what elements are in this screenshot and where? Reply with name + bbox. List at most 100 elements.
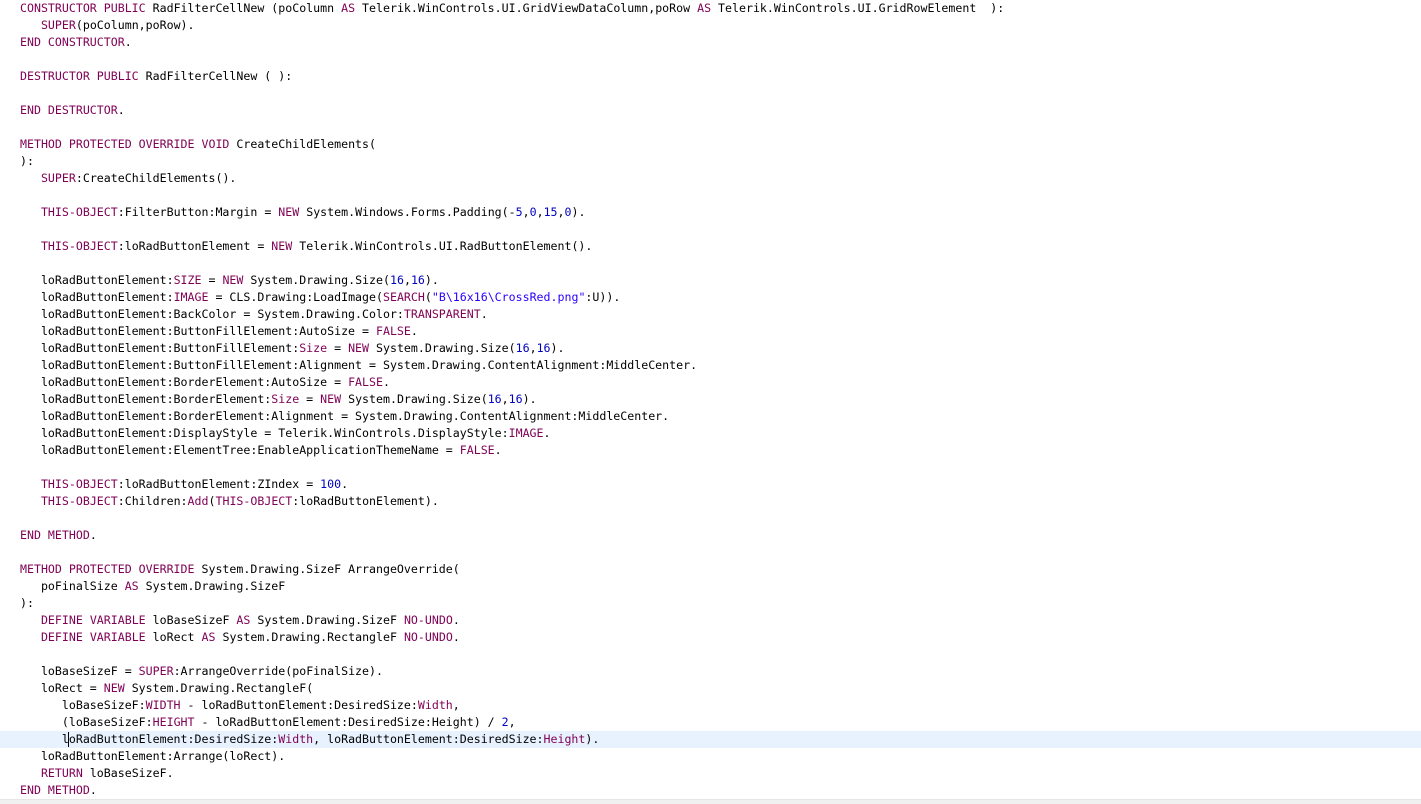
code-token: ). [522, 392, 537, 406]
code-token: IMAGE [508, 426, 544, 440]
code-token: System.Drawing.SizeF [138, 579, 286, 593]
horizontal-scrollbar[interactable] [0, 799, 1421, 804]
code-token: 0 [564, 205, 572, 219]
code-token: 16 [515, 341, 530, 355]
code-token: AS [201, 630, 216, 644]
code-line[interactable]: CONSTRUCTOR PUBLIC RadFilterCellNew (poC… [0, 0, 1421, 17]
code-token: loRadButtonElement:BorderElement: [20, 392, 272, 406]
code-line[interactable]: loRadButtonElement:DisplayStyle = Teleri… [0, 425, 1421, 442]
code-token: 16 [487, 392, 502, 406]
code-line[interactable]: END METHOD. [0, 527, 1421, 544]
code-line[interactable]: loRadButtonElement:ButtonFillElement:Ali… [0, 357, 1421, 374]
code-line[interactable]: loRadButtonElement:BackColor = System.Dr… [0, 306, 1421, 323]
code-token: ). [550, 341, 565, 355]
code-token: END CONSTRUCTOR [20, 35, 125, 49]
code-line[interactable]: loRect = NEW System.Drawing.RectangleF( [0, 680, 1421, 697]
code-line[interactable] [0, 119, 1421, 136]
code-line[interactable]: SUPER(poColumn,poRow). [0, 17, 1421, 34]
code-token: (poColumn,poRow). [75, 18, 195, 32]
code-line[interactable]: METHOD PROTECTED OVERRIDE System.Drawing… [0, 561, 1421, 578]
code-token: . [117, 103, 125, 117]
code-line[interactable]: THIS-OBJECT:Children:Add(THIS-OBJECT:loR… [0, 493, 1421, 510]
code-token: Telerik.WinControls.UI.GridRowElement ): [711, 1, 1005, 15]
code-token: FALSE [348, 375, 383, 389]
code-token: loRadButtonElement:DesiredSize: [20, 732, 279, 746]
code-line[interactable] [0, 85, 1421, 102]
code-line[interactable]: RETURN loBaseSizeF. [0, 765, 1421, 782]
code-token: . [124, 35, 132, 49]
code-line[interactable]: poFinalSize AS System.Drawing.SizeF [0, 578, 1421, 595]
code-token: System.Drawing.RectangleF [215, 630, 404, 644]
code-token: Width [417, 698, 453, 712]
code-token: loRadButtonElement:BorderElement:Alignme… [20, 409, 670, 423]
code-token: , [508, 715, 516, 729]
code-token: WIDTH [145, 698, 181, 712]
code-token: Telerik.WinControls.UI.GridViewDataColum… [355, 1, 698, 15]
code-line[interactable]: DEFINE VARIABLE loRect AS System.Drawing… [0, 629, 1421, 646]
code-line[interactable]: loRadButtonElement:Arrange(loRect). [0, 748, 1421, 765]
code-token: THIS-OBJECT [40, 205, 118, 219]
code-token: :loRadButtonElement = [117, 239, 272, 253]
code-line[interactable] [0, 510, 1421, 527]
code-line[interactable]: loRadButtonElement:SIZE = NEW System.Dra… [0, 272, 1421, 289]
code-line[interactable]: loBaseSizeF:WIDTH - loRadButtonElement:D… [0, 697, 1421, 714]
code-token: Size [271, 392, 300, 406]
code-line[interactable]: THIS-OBJECT:loRadButtonElement:ZIndex = … [0, 476, 1421, 493]
code-line[interactable]: loRadButtonElement:ButtonFillElement:Siz… [0, 340, 1421, 357]
code-line[interactable] [0, 255, 1421, 272]
code-line[interactable]: DEFINE VARIABLE loBaseSizeF AS System.Dr… [0, 612, 1421, 629]
code-line[interactable]: THIS-OBJECT:FilterButton:Margin = NEW Sy… [0, 204, 1421, 221]
code-line[interactable] [0, 646, 1421, 663]
code-token: NEW [320, 392, 342, 406]
code-token: . [452, 613, 460, 627]
code-token: NEW [222, 273, 244, 287]
code-token: poFinalSize [20, 579, 125, 593]
code-editor[interactable]: CONSTRUCTOR PUBLIC RadFilterCellNew (poC… [0, 0, 1421, 804]
code-token: Height [543, 732, 586, 746]
code-line[interactable]: loRadButtonElement:IMAGE = CLS.Drawing:L… [0, 289, 1421, 306]
code-line[interactable]: END DESTRUCTOR. [0, 102, 1421, 119]
code-line[interactable]: loRadButtonElement:BorderElement:Alignme… [0, 408, 1421, 425]
code-line[interactable]: (loBaseSizeF:HEIGHT - loRadButtonElement… [0, 714, 1421, 731]
code-line[interactable] [0, 187, 1421, 204]
code-line[interactable]: ): [0, 153, 1421, 170]
code-line[interactable]: THIS-OBJECT:loRadButtonElement = NEW Tel… [0, 238, 1421, 255]
code-token: , [557, 205, 565, 219]
code-line[interactable] [0, 459, 1421, 476]
code-token: DEFINE VARIABLE [40, 613, 153, 627]
code-token: System.Drawing.RectangleF( [124, 681, 314, 695]
code-token: , [452, 698, 460, 712]
code-token: THIS-OBJECT [40, 239, 118, 253]
code-line[interactable]: SUPER:CreateChildElements(). [0, 170, 1421, 187]
code-token: = [327, 341, 349, 355]
code-token: System.Drawing.SizeF [250, 613, 404, 627]
code-token: Add [187, 494, 209, 508]
current-code-line[interactable]: loRadButtonElement:DesiredSize:Width, lo… [0, 731, 1421, 748]
code-line[interactable]: END CONSTRUCTOR. [0, 34, 1421, 51]
code-line[interactable]: END METHOD. [0, 782, 1421, 799]
code-token: - loRadButtonElement:DesiredSize:Height)… [194, 715, 502, 729]
code-token: 16 [508, 392, 523, 406]
code-token: . [494, 443, 502, 457]
code-token: , [501, 392, 509, 406]
code-line[interactable]: loRadButtonElement:ButtonFillElement:Aut… [0, 323, 1421, 340]
code-line[interactable]: ): [0, 595, 1421, 612]
code-token: ): [20, 596, 34, 610]
code-line[interactable]: METHOD PROTECTED OVERRIDE VOID CreateChi… [0, 136, 1421, 153]
code-line[interactable]: DESTRUCTOR PUBLIC RadFilterCellNew ( ): [0, 68, 1421, 85]
code-line[interactable]: loRadButtonElement:ElementTree:EnableApp… [0, 442, 1421, 459]
code-token: END DESTRUCTOR [20, 103, 118, 117]
code-line[interactable] [0, 544, 1421, 561]
code-token: (loBaseSizeF: [20, 715, 153, 729]
code-token: THIS-OBJECT [215, 494, 293, 508]
code-token: :FilterButton:Margin = [117, 205, 279, 219]
code-line[interactable] [0, 221, 1421, 238]
code-line[interactable] [0, 51, 1421, 68]
code-line[interactable]: loRadButtonElement:BorderElement:Size = … [0, 391, 1421, 408]
code-line[interactable]: loBaseSizeF = SUPER:ArrangeOverride(poFi… [0, 663, 1421, 680]
code-line[interactable]: loRadButtonElement:BorderElement:AutoSiz… [0, 374, 1421, 391]
code-token: , [536, 205, 544, 219]
code-token: loRadButtonElement: [20, 290, 174, 304]
